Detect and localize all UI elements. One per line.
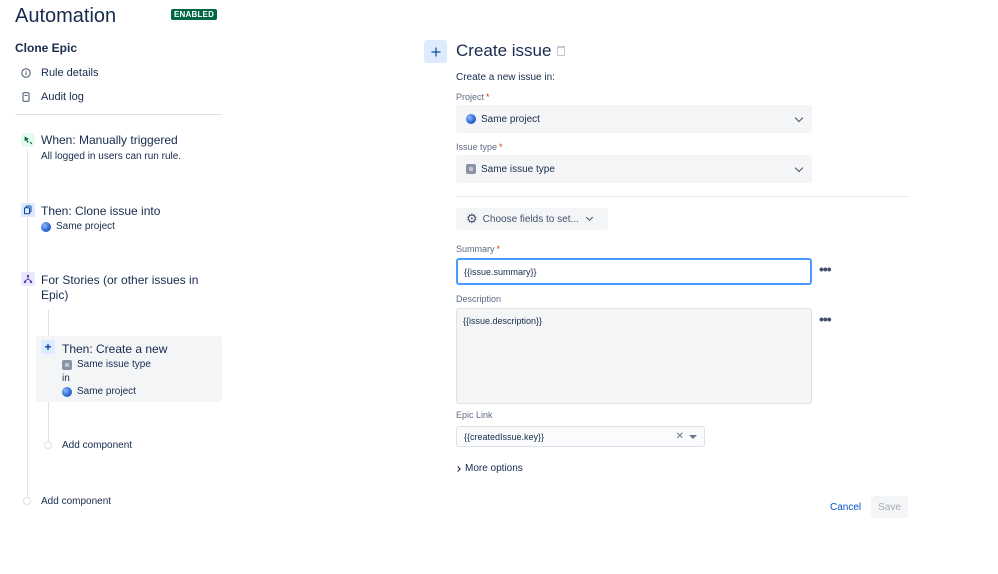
epic-link-label: Epic Link: [456, 410, 493, 420]
rule-details-link[interactable]: Rule details: [21, 65, 98, 81]
issue-type-label: Issue type *: [456, 142, 503, 152]
description-more-icon[interactable]: •••: [819, 311, 832, 327]
trigger-step-title[interactable]: When: Manually triggered: [41, 133, 178, 147]
clone-project-label: Same project: [56, 221, 115, 232]
save-button[interactable]: Save: [871, 496, 908, 518]
project-select-value: Same project: [481, 113, 540, 125]
cancel-button[interactable]: Cancel: [822, 496, 869, 518]
copy-icon: [21, 203, 35, 217]
flow-connector: [27, 218, 28, 272]
branch-step-title[interactable]: For Stories (or other issues in Epic): [41, 273, 211, 303]
section-divider: [456, 196, 909, 197]
chevron-down-icon: [794, 163, 804, 173]
caret-down-icon[interactable]: [689, 435, 697, 439]
project-label: Project *: [456, 92, 490, 102]
summary-label: Summary *: [456, 244, 501, 254]
info-icon: [21, 68, 31, 78]
create-step-project: Same project: [62, 386, 136, 397]
project-select[interactable]: Same project: [456, 105, 812, 133]
add-component-outer[interactable]: Add component: [41, 496, 111, 507]
clone-step-title[interactable]: Then: Clone issue into: [41, 204, 160, 218]
trash-icon[interactable]: [557, 46, 566, 56]
project-avatar-icon: [62, 386, 72, 397]
issue-type-select-value: Same issue type: [481, 163, 555, 175]
description-label: Description: [456, 294, 502, 304]
plus-icon: +: [41, 340, 55, 354]
create-step-in: in: [62, 373, 70, 384]
add-component-dot: [23, 497, 31, 505]
action-plus-icon: [424, 40, 447, 63]
audit-log-link[interactable]: Audit log: [21, 89, 84, 105]
audit-log-label: Audit log: [41, 91, 84, 103]
issue-type-select[interactable]: Same issue type: [456, 155, 812, 183]
page-title: Automation: [15, 5, 117, 27]
add-component-inner[interactable]: Add component: [62, 440, 132, 451]
panel-intro: Create a new issue in:: [456, 72, 555, 83]
status-badge: ENABLED: [171, 9, 218, 20]
more-options-toggle[interactable]: More options: [455, 463, 523, 474]
create-step-type: Same issue type: [62, 359, 151, 370]
summary-more-icon[interactable]: •••: [819, 261, 832, 277]
epic-link-select[interactable]: {{createdIssue.key}} ✕: [456, 426, 705, 447]
issue-type-icon: [62, 359, 72, 370]
gear-icon: ⚙: [466, 211, 478, 226]
branch-connector: [48, 402, 49, 442]
flow-connector: [27, 288, 28, 498]
chevron-right-icon: [455, 465, 461, 472]
panel-title: Create issue: [456, 41, 566, 61]
choose-fields-button[interactable]: ⚙ Choose fields to set...: [456, 208, 608, 230]
flow-connector: [27, 150, 28, 205]
branch-connector: [48, 310, 49, 338]
document-icon: [21, 92, 31, 102]
create-project-label: Same project: [77, 386, 136, 397]
summary-input[interactable]: {{issue.summary}}: [456, 258, 812, 285]
epic-link-value: {{createdIssue.key}}: [464, 431, 545, 442]
project-avatar-icon: [41, 221, 51, 232]
clear-icon[interactable]: ✕: [676, 431, 684, 442]
issue-type-icon: [466, 164, 476, 174]
trigger-step-subtitle: All logged in users can run rule.: [41, 151, 182, 162]
chevron-down-icon: [585, 213, 593, 222]
description-textarea[interactable]: {{issue.description}}: [456, 308, 812, 404]
chevron-down-icon: [794, 113, 804, 123]
rule-name: Clone Epic: [15, 41, 78, 55]
sidebar-divider: [15, 114, 222, 115]
create-step-title: Then: Create a new: [62, 342, 168, 356]
cursor-icon: [21, 133, 35, 147]
branch-icon: [21, 272, 35, 286]
clone-step-project: Same project: [41, 221, 115, 232]
create-type-label: Same issue type: [77, 359, 151, 370]
project-avatar-icon: [466, 114, 476, 124]
add-component-dot: [44, 441, 52, 449]
rule-details-label: Rule details: [41, 67, 99, 79]
